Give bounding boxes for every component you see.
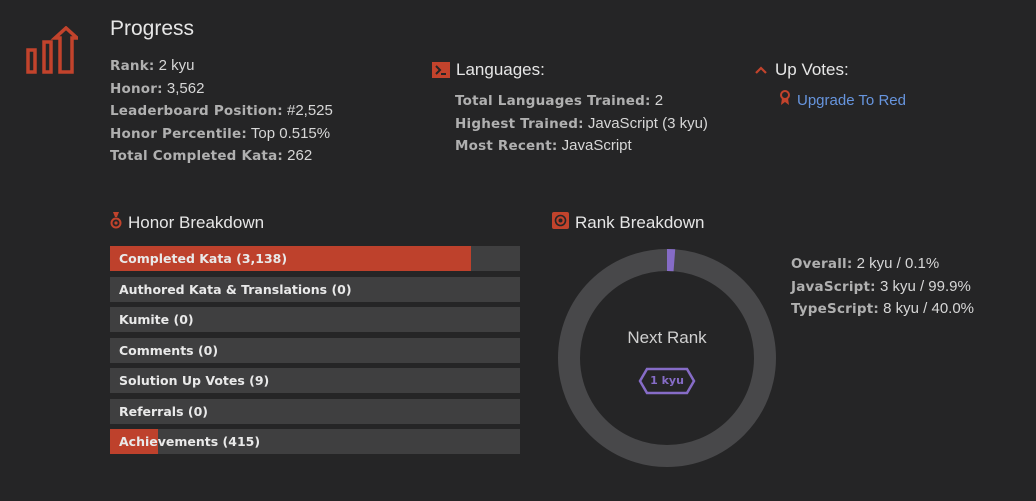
progress-title: Progress [110, 17, 195, 40]
stat-leaderboard: Leaderboard Position: #2,525 [110, 102, 333, 120]
honor-bar-achievements: Achievements (415) [110, 429, 520, 454]
stat-honor-percentile: Honor Percentile: Top 0.515% [110, 124, 331, 142]
rank-typescript: TypeScript: 8 kyu / 40.0% [791, 300, 975, 318]
stat-total-kata: Total Completed Kata: 262 [110, 147, 313, 165]
stat-total-languages: Total Languages Trained: 2 [455, 92, 664, 109]
medal-icon [110, 212, 122, 234]
next-rank-badge-label: 1 kyu [650, 374, 684, 387]
rank-progress-donut [558, 249, 776, 467]
honor-bar-completed-kata: Completed Kata (3,138) [110, 246, 520, 271]
stat-rank: Rank: 2 kyu [110, 57, 195, 74]
honor-bar-referrals: Referrals (0) [110, 398, 520, 424]
upgrade-link-label[interactable]: Upgrade To Red [797, 92, 906, 109]
languages-title: Languages: [456, 60, 545, 79]
honor-bar-kumite: Kumite (0) [110, 307, 520, 332]
languages-heading: Languages: [432, 60, 545, 80]
rank-javascript: JavaScript: 3 kyu / 99.9% [791, 277, 971, 295]
rank-overall: Overall: 2 kyu / 0.1% [791, 255, 940, 272]
honor-breakdown-heading: Honor Breakdown [110, 212, 264, 234]
target-icon [552, 212, 569, 234]
up-votes-title: Up Votes: [775, 60, 849, 79]
languages-stats: Total Languages Trained: 2 Highest Train… [455, 90, 708, 158]
progress-stats: Rank: 2 kyu Honor: 3,562 Leaderboard Pos… [110, 55, 333, 168]
next-rank-label: Next Rank [627, 328, 707, 347]
stat-honor: Honor: 3,562 [110, 79, 205, 97]
rank-breakdown-heading: Rank Breakdown [552, 212, 704, 234]
next-rank-badge: 1 kyu [637, 367, 697, 395]
stat-highest-trained: Highest Trained: JavaScript (3 kyu) [455, 114, 708, 132]
rank-breakdown-title: Rank Breakdown [575, 213, 705, 232]
terminal-icon [432, 62, 450, 78]
upgrade-to-red-link[interactable]: Upgrade To Red [779, 90, 906, 110]
donut-track [558, 249, 776, 467]
honor-breakdown-title: Honor Breakdown [128, 213, 265, 232]
ribbon-icon [779, 90, 791, 110]
honor-bars: Completed Kata (3,138) Authored Kata & T… [110, 246, 520, 460]
up-votes-heading: Up Votes: [755, 60, 849, 80]
rank-stats: Overall: 2 kyu / 0.1% JavaScript: 3 kyu … [791, 253, 974, 321]
honor-bar-comments: Comments (0) [110, 337, 520, 363]
honor-bar-solution-up-votes: Solution Up Votes (9) [110, 368, 520, 393]
honor-bar-authored-kata: Authored Kata & Translations (0) [110, 276, 520, 302]
progress-chart-icon [26, 25, 82, 76]
chevron-up-icon [755, 62, 767, 78]
stat-most-recent: Most Recent: JavaScript [455, 137, 632, 155]
